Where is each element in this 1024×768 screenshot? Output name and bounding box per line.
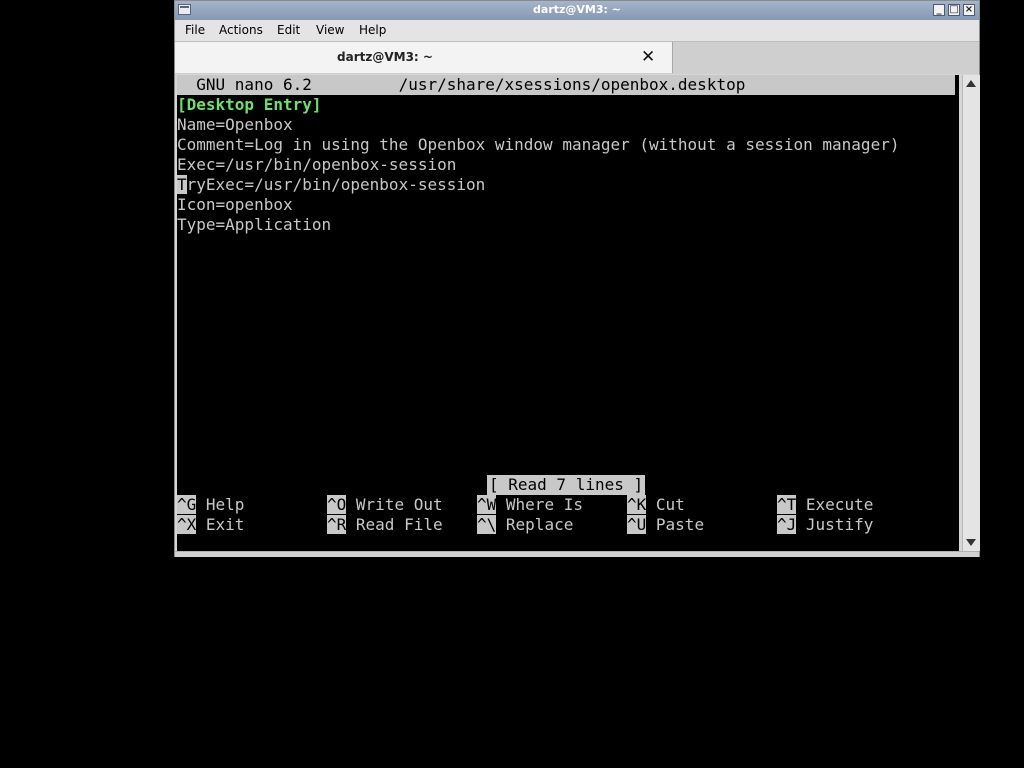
shortcut-label: Where Is <box>505 495 583 514</box>
window-bottom-border <box>175 551 979 557</box>
menu-actions[interactable]: Actions <box>219 23 263 37</box>
shortcut-label: Execute <box>805 495 874 514</box>
shortcut-label: Cut <box>655 495 685 514</box>
shortcut-paste[interactable]: ^U Paste <box>627 515 704 535</box>
shortcut-key: ^G <box>177 495 197 514</box>
shortcut-replace[interactable]: ^\ Replace <box>477 515 573 535</box>
shortcut-exit[interactable]: ^X Exit <box>177 515 244 535</box>
maximize-icon[interactable]: □ <box>948 4 960 16</box>
section-header: [Desktop Entry] <box>177 95 322 114</box>
editor-line-3[interactable]: Comment=Log in using the Openbox window … <box>177 135 899 155</box>
editor-line-5-rest: ryExec=/usr/bin/openbox-session <box>186 175 486 194</box>
shortcut-label: Justify <box>805 515 874 534</box>
shortcut-execute[interactable]: ^T Execute <box>777 495 873 515</box>
shortcut-key: ^R <box>327 515 347 534</box>
scroll-down-icon[interactable] <box>966 539 976 546</box>
editor-line-1[interactable]: [Desktop Entry] <box>177 95 322 115</box>
shortcut-label: Read File <box>355 515 443 534</box>
shortcut-label: Paste <box>655 515 705 534</box>
shortcut-key: ^T <box>777 495 797 514</box>
shortcut-key: ^W <box>477 495 497 514</box>
editor-line-5[interactable]: TryExec=/usr/bin/openbox-session <box>177 175 485 195</box>
editor-line-6[interactable]: Icon=openbox <box>177 195 293 215</box>
shortcut-read-file[interactable]: ^R Read File <box>327 515 443 535</box>
menu-bar: File Actions Edit View Help <box>175 20 979 41</box>
window-titlebar[interactable]: dartz@VM3: ~ _ □ × <box>175 1 979 21</box>
terminal-screen[interactable]: GNU nano 6.2 /usr/share/xsessions/openbo… <box>177 75 959 551</box>
shortcut-label: Help <box>205 495 245 514</box>
window-title: dartz@VM3: ~ <box>533 3 621 16</box>
shortcut-key: ^X <box>177 515 197 534</box>
tab-terminal[interactable]: dartz@VM3: ~ ✕ <box>175 42 673 73</box>
shortcut-cut[interactable]: ^K Cut <box>627 495 685 515</box>
editor-line-4[interactable]: Exec=/usr/bin/openbox-session <box>177 155 456 175</box>
shortcut-write-out[interactable]: ^O Write Out <box>327 495 443 515</box>
shortcut-key: ^J <box>777 515 797 534</box>
menu-file[interactable]: File <box>185 23 205 37</box>
nano-title-bar: GNU nano 6.2 /usr/share/xsessions/openbo… <box>177 75 955 95</box>
editor-line-2[interactable]: Name=Openbox <box>177 115 293 135</box>
terminal-window: dartz@VM3: ~ _ □ × File Actions Edit Vie… <box>174 0 980 557</box>
vertical-scrollbar[interactable] <box>962 75 980 551</box>
close-icon[interactable]: × <box>963 4 975 16</box>
shortcut-key: ^U <box>627 515 647 534</box>
text-cursor: T <box>177 175 187 194</box>
tab-bar: dartz@VM3: ~ ✕ <box>175 41 979 74</box>
tab-close-icon[interactable]: ✕ <box>641 47 655 67</box>
shortcut-key: ^O <box>327 495 347 514</box>
shortcut-key: ^\ <box>477 515 497 534</box>
shortcut-label: Replace <box>505 515 574 534</box>
minimize-icon[interactable]: _ <box>933 4 945 16</box>
shortcut-label: Write Out <box>355 495 443 514</box>
shortcut-help[interactable]: ^G Help <box>177 495 244 515</box>
nano-status-message: [ Read 7 lines ] <box>487 475 646 495</box>
menu-help[interactable]: Help <box>359 23 386 37</box>
shortcut-key: ^K <box>627 495 647 514</box>
shortcut-where-is[interactable]: ^W Where Is <box>477 495 583 515</box>
shortcut-justify[interactable]: ^J Justify <box>777 515 873 535</box>
nano-file-path: /usr/share/xsessions/openbox.desktop <box>398 75 746 94</box>
tab-label: dartz@VM3: ~ <box>337 50 433 64</box>
menu-view[interactable]: View <box>316 23 344 37</box>
shortcut-label: Exit <box>205 515 245 534</box>
editor-line-7[interactable]: Type=Application <box>177 215 331 235</box>
nano-version: GNU nano 6.2 <box>196 75 312 94</box>
scroll-up-icon[interactable] <box>966 80 976 87</box>
menu-edit[interactable]: Edit <box>277 23 300 37</box>
